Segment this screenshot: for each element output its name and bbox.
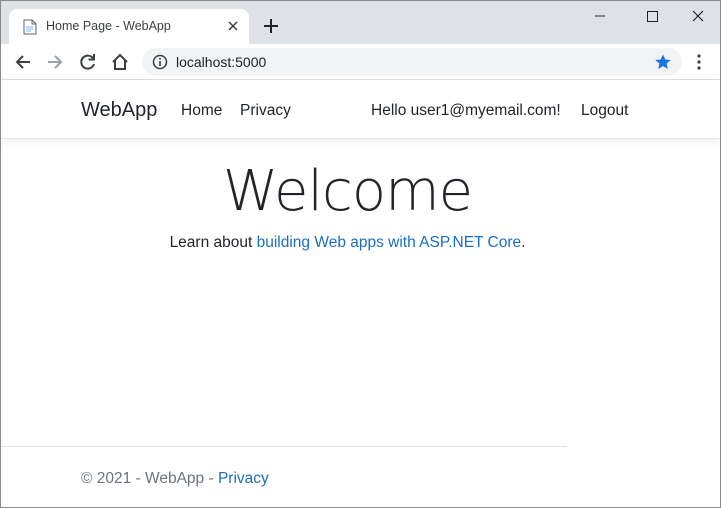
site-footer: © 2021 - WebApp - Privacy xyxy=(1,446,567,507)
close-icon[interactable] xyxy=(225,18,241,34)
minimize-icon[interactable] xyxy=(577,1,623,31)
address-bar[interactable]: localhost:5000 xyxy=(142,48,682,76)
more-vert-icon[interactable] xyxy=(691,53,707,71)
page-title: Welcome xyxy=(222,159,473,224)
back-arrow-icon[interactable] xyxy=(13,52,33,72)
site-navbar: WebApp Home Privacy Hello user1@myemail.… xyxy=(1,81,720,139)
star-icon[interactable] xyxy=(654,53,672,71)
reload-icon[interactable] xyxy=(78,52,98,72)
tab-title: Home Page - WebApp xyxy=(46,19,171,33)
logout-button[interactable]: Logout xyxy=(581,102,628,120)
footer-text: © 2021 - WebApp - Privacy xyxy=(81,470,269,488)
page-favicon-icon xyxy=(23,19,37,35)
user-greeting-link[interactable]: Hello user1@myemail.com! xyxy=(371,102,561,120)
nav-privacy-link[interactable]: Privacy xyxy=(240,102,291,120)
close-window-icon[interactable] xyxy=(675,1,721,31)
browser-toolbar: localhost:5000 xyxy=(1,44,720,80)
url-text[interactable]: localhost:5000 xyxy=(176,54,266,70)
intro-suffix: . xyxy=(521,234,526,251)
tab-strip: Home Page - WebApp xyxy=(1,1,720,44)
brand-link[interactable]: WebApp xyxy=(81,99,157,122)
maximize-icon[interactable] xyxy=(629,1,675,31)
nav-home-link[interactable]: Home xyxy=(181,102,222,120)
intro-prefix: Learn about xyxy=(169,234,257,251)
docs-link[interactable]: building Web apps with ASP.NET Core xyxy=(257,234,522,251)
page-content: WebApp Home Privacy Hello user1@myemail.… xyxy=(1,81,720,507)
tab-home-page[interactable]: Home Page - WebApp xyxy=(9,9,249,44)
copyright-text: © 2021 - WebApp - xyxy=(81,470,218,487)
forward-arrow-icon[interactable] xyxy=(45,52,65,72)
plus-icon[interactable] xyxy=(262,17,280,35)
intro-text: Learn about building Web apps with ASP.N… xyxy=(1,234,694,252)
footer-privacy-link[interactable]: Privacy xyxy=(218,470,269,487)
info-icon[interactable] xyxy=(152,54,168,70)
browser-window: Home Page - WebApp localhost:5000 WebApp… xyxy=(0,0,721,508)
home-icon[interactable] xyxy=(110,52,130,72)
